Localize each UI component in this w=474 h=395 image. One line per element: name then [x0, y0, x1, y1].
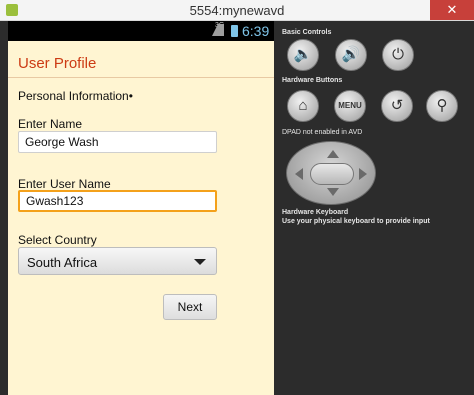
status-bar: 3G 6:39	[8, 21, 274, 41]
dpad-center-button[interactable]	[310, 163, 354, 185]
device-screen: 3G 6:39 User Profile Personal Informatio…	[8, 21, 274, 395]
dropdown-arrow-icon	[194, 259, 206, 265]
dpad-note: DPAD not enabled in AVD	[282, 129, 363, 136]
volume-down-button[interactable]: 🔈	[287, 39, 319, 71]
status-time: 6:39	[242, 23, 270, 39]
speaker-icon: 🔈	[293, 46, 313, 63]
country-selected-value: South Africa	[27, 255, 98, 270]
dpad-right-icon[interactable]	[359, 168, 367, 180]
window-title: 5554:mynewavd	[189, 3, 285, 18]
title-divider	[8, 77, 274, 78]
country-dropdown[interactable]: South Africa	[18, 247, 217, 275]
hardware-keyboard-heading: Hardware Keyboard	[282, 209, 349, 216]
search-button[interactable]: ⚲	[426, 90, 458, 122]
dpad-down-icon[interactable]	[327, 188, 339, 196]
emulator-frame: 3G 6:39 User Profile Personal Informatio…	[0, 21, 474, 395]
battery-icon	[231, 25, 238, 37]
username-label: Enter User Name	[18, 177, 111, 191]
name-input[interactable]	[18, 131, 217, 153]
speaker-loud-icon: 🔊	[341, 46, 361, 63]
section-label: Personal Information•	[18, 89, 133, 103]
power-button[interactable]: ⏻	[382, 39, 414, 71]
dpad-left-icon[interactable]	[295, 168, 303, 180]
dpad-up-icon[interactable]	[327, 150, 339, 158]
window-close-button[interactable]: ✕	[430, 0, 474, 20]
page-title: User Profile	[18, 55, 97, 72]
basic-controls-heading: Basic Controls	[282, 29, 332, 36]
home-icon: ⌂	[298, 97, 308, 114]
window-titlebar: 5554:mynewavd ✕	[0, 0, 474, 21]
country-label: Select Country	[18, 233, 97, 247]
back-arrow-icon: ↺	[390, 97, 404, 114]
name-label: Enter Name	[18, 117, 83, 131]
hardware-buttons-heading: Hardware Buttons	[282, 77, 343, 84]
menu-button[interactable]: MENU	[334, 90, 366, 122]
back-button[interactable]: ↺	[381, 90, 413, 122]
username-input[interactable]	[18, 190, 217, 212]
keyboard-note: Use your physical keyboard to provide in…	[282, 218, 430, 225]
next-button[interactable]: Next	[163, 294, 217, 320]
power-icon: ⏻	[392, 46, 404, 63]
dpad[interactable]	[286, 141, 376, 205]
home-button[interactable]: ⌂	[287, 90, 319, 122]
search-icon: ⚲	[436, 97, 448, 114]
volume-up-button[interactable]: 🔊	[335, 39, 367, 71]
signal-icon	[212, 24, 224, 36]
